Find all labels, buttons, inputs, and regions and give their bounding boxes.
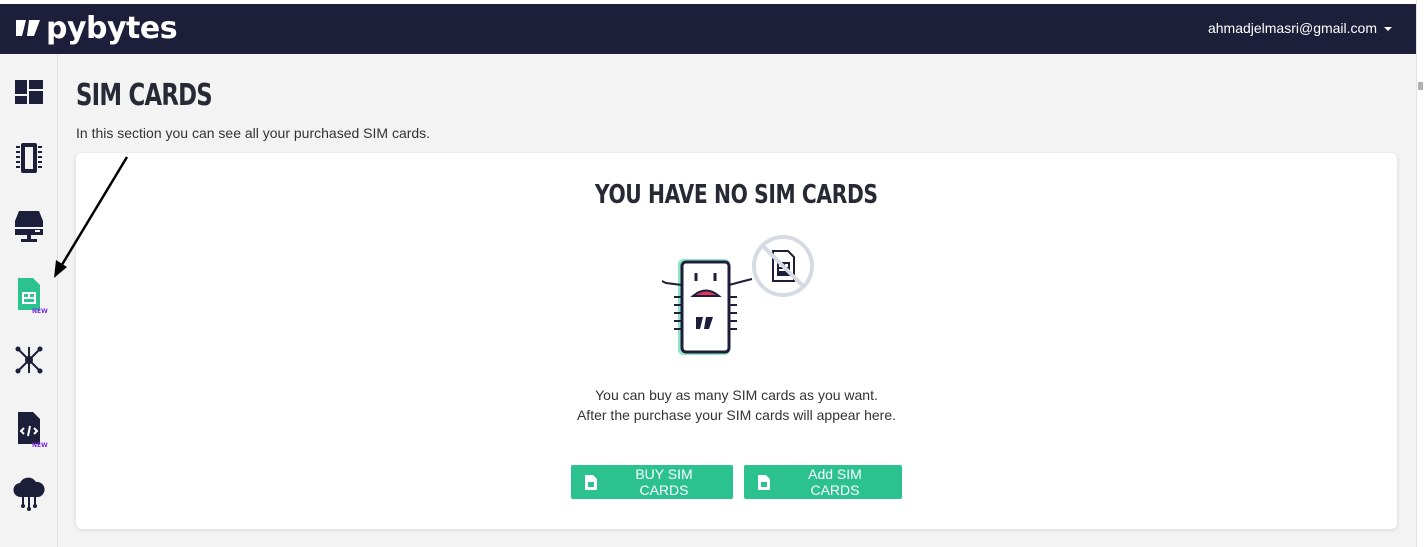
sidebar-item-cloud[interactable] [10, 472, 48, 516]
sidebar-item-sim-cards[interactable]: NEW [10, 272, 48, 316]
network-icon [15, 346, 43, 374]
empty-state-line1: You can buy as many SIM cards as you wan… [595, 387, 878, 403]
add-sim-cards-button[interactable]: Add SIM CARDS [744, 465, 902, 499]
sidebar-item-code[interactable]: NEW [10, 406, 48, 450]
sim-card-icon [18, 278, 40, 310]
sidebar: NEW NEW [0, 54, 58, 547]
sim-card-icon [758, 474, 770, 490]
cloud-icon [13, 477, 45, 511]
new-badge: NEW [32, 442, 48, 449]
buy-sim-cards-button[interactable]: BUY SIM CARDS [571, 465, 733, 499]
empty-state-card: YOU HAVE NO SIM CARDS You can buy as man… [76, 153, 1397, 529]
sidebar-item-dashboard[interactable] [10, 70, 48, 114]
empty-state-title: YOU HAVE NO SIM CARDS [595, 180, 878, 210]
scrollbar-thumb[interactable] [1418, 82, 1423, 90]
sidebar-item-network[interactable] [10, 338, 48, 382]
devices-icon [16, 143, 42, 173]
buy-sim-cards-label: BUY SIM CARDS [635, 466, 693, 498]
sidebar-item-devices[interactable] [10, 136, 48, 180]
page-description: In this section you can see all your pur… [76, 125, 431, 141]
page-scrollbar[interactable] [1416, 0, 1424, 547]
projects-icon [15, 211, 43, 242]
empty-state-line2: After the purchase your SIM cards will a… [576, 407, 897, 423]
code-file-icon [18, 412, 40, 444]
pybytes-logo[interactable]: pybytes [14, 10, 178, 46]
page-title: SIM CARDS [76, 78, 213, 113]
main-content: SIM CARDS In this section you can see al… [76, 54, 1397, 547]
sim-card-icon [585, 474, 597, 490]
top-navigation-bar: pybytes ahmadjelmasri@gmail.com [0, 4, 1416, 54]
sad-device-illustration [661, 235, 814, 355]
add-sim-cards-label: Add SIM CARDS [808, 466, 862, 498]
logo-text: pybytes [46, 10, 178, 46]
new-badge: NEW [32, 308, 48, 315]
app-window: pybytes ahmadjelmasri@gmail.com NEW NEW … [0, 0, 1416, 547]
sidebar-item-projects[interactable] [10, 204, 48, 248]
user-email: ahmadjelmasri@gmail.com [1207, 20, 1377, 36]
caret-down-icon [1384, 27, 1392, 31]
dashboard-icon [15, 80, 43, 104]
pybytes-logo-icon [16, 20, 40, 36]
user-account-menu[interactable]: ahmadjelmasri@gmail.com [1208, 20, 1392, 36]
